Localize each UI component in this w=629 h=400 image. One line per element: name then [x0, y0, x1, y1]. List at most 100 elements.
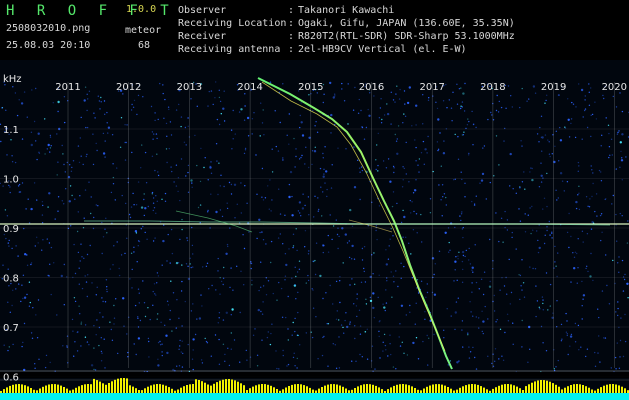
noise-dot [472, 144, 474, 146]
activity-bar [66, 388, 68, 393]
noise-dot [574, 251, 577, 253]
noise-dot [98, 344, 100, 347]
noise-dot [23, 296, 27, 299]
noise-dot [70, 170, 73, 172]
noise-dot [238, 111, 241, 113]
noise-dot [299, 212, 301, 214]
noise-dot [348, 256, 351, 259]
noise-dot [202, 266, 204, 268]
noise-dot [322, 101, 324, 104]
noise-dot [547, 309, 549, 311]
noise-dot [320, 186, 322, 188]
activity-bar [393, 385, 395, 393]
noise-dot [508, 258, 510, 261]
noise-dot [498, 164, 500, 166]
activity-bar [210, 385, 212, 393]
noise-dot [378, 274, 380, 276]
noise-dot [365, 298, 367, 300]
noise-dot [81, 256, 83, 258]
noise-dot [340, 324, 343, 326]
activity-bar [327, 384, 329, 393]
noise-dot [359, 353, 361, 356]
noise-dot [79, 260, 81, 262]
noise-dot [159, 82, 161, 85]
app-header: H R O F F T 1.0.0 2508032010.png meteor … [0, 0, 629, 60]
activity-bar [543, 380, 545, 393]
activity-bar [414, 388, 416, 393]
activity-bar [249, 388, 251, 393]
noise-dot [152, 197, 155, 199]
noise-dot [386, 280, 388, 282]
noise-dot [181, 280, 183, 283]
noise-dot [170, 280, 172, 282]
noise-dot [119, 146, 122, 148]
noise-dot [317, 197, 319, 199]
activity-bar [42, 386, 44, 393]
noise-dot [111, 339, 114, 341]
noise-dot [440, 199, 442, 201]
noise-dot [49, 134, 52, 137]
noise-dot [211, 284, 213, 287]
noise-dot [420, 280, 423, 282]
year-tick-label: 2012 [116, 82, 141, 93]
noise-dot [88, 181, 90, 183]
noise-dot [532, 267, 534, 270]
noise-dot [53, 262, 55, 264]
noise-dot [166, 135, 168, 137]
noise-dot [42, 204, 44, 207]
noise-dot [294, 266, 296, 268]
activity-bar [453, 390, 455, 393]
noise-dot [86, 93, 88, 95]
noise-dot [617, 131, 619, 134]
noise-dot [110, 191, 113, 194]
noise-dot [277, 150, 280, 152]
noise-dot [21, 138, 24, 140]
noise-dot [391, 296, 393, 298]
noise-dot [404, 103, 406, 105]
noise-dot [8, 239, 10, 242]
noise-dot [56, 133, 58, 135]
noise-dot [498, 358, 500, 360]
app-version: 1.0.0 [126, 4, 157, 15]
noise-dot [21, 182, 24, 184]
noise-dot [349, 323, 351, 325]
noise-dot [145, 182, 148, 184]
noise-dot [102, 152, 106, 155]
activity-bar [303, 385, 305, 393]
noise-dot [190, 98, 192, 100]
noise-dot [282, 349, 284, 352]
noise-dot [534, 268, 537, 270]
noise-dot [152, 202, 155, 204]
noise-dot [79, 137, 82, 139]
noise-dot [374, 368, 376, 370]
noise-dot [323, 244, 325, 247]
noise-dot [166, 161, 168, 164]
noise-dot [346, 242, 349, 244]
noise-dot [159, 340, 161, 343]
noise-dot [181, 325, 183, 327]
noise-dot [171, 330, 173, 332]
noise-dot [123, 325, 125, 327]
noise-dot [594, 210, 596, 213]
noise-dot [617, 301, 619, 303]
noise-dot [20, 102, 24, 105]
noise-dot [169, 309, 171, 312]
noise-dot [520, 285, 522, 287]
noise-dot [100, 360, 103, 362]
noise-dot [355, 305, 358, 307]
noise-dot [206, 342, 209, 344]
noise-dot [130, 109, 133, 111]
noise-dot [24, 253, 27, 256]
activity-bar [231, 379, 233, 393]
info-key: Receiver [178, 31, 227, 42]
noise-dot [282, 354, 284, 357]
noise-dot [197, 206, 200, 209]
noise-dot [450, 107, 453, 109]
noise-dot [556, 275, 558, 278]
activity-bar [90, 384, 92, 393]
noise-dot [1, 107, 3, 109]
noise-dot [527, 361, 529, 363]
noise-dot [581, 305, 583, 307]
activity-bar [330, 384, 332, 393]
noise-dot [183, 141, 186, 143]
